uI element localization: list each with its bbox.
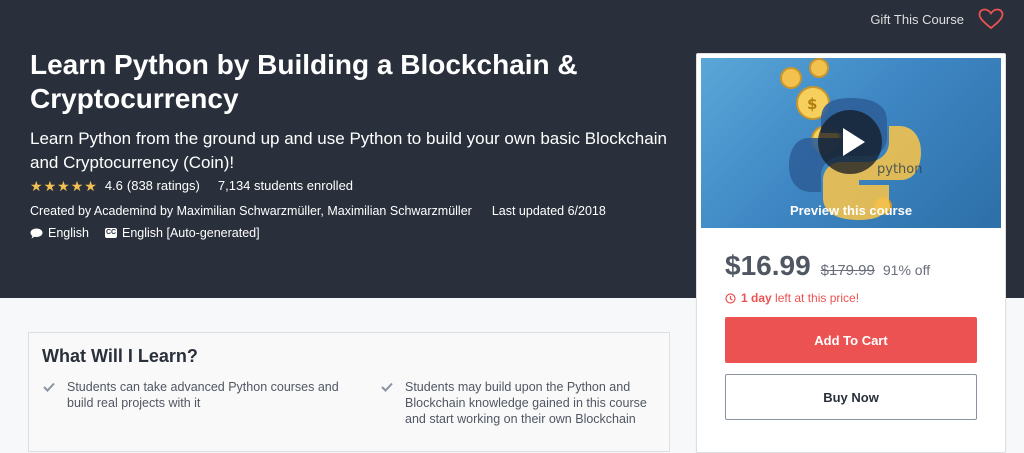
- star-rating: ★ ★ ★ ★ ★: [30, 179, 97, 193]
- language: English: [30, 226, 89, 240]
- language-row: English CC English [Auto-generated]: [30, 226, 276, 240]
- students-enrolled: 7,134 students enrolled: [217, 178, 354, 193]
- gift-course-link[interactable]: Gift This Course: [870, 12, 964, 27]
- discount-percent: 91% off: [882, 262, 931, 278]
- original-price: $179.99: [820, 262, 875, 279]
- svg-text:python: python: [877, 162, 922, 177]
- svg-text:$: $: [807, 95, 817, 113]
- purchase-sidebar: $ python Preview this course $16.99 $179…: [696, 53, 1006, 453]
- play-icon: [843, 128, 865, 156]
- speech-bubble-icon: [30, 228, 43, 238]
- rating-count[interactable]: (838 ratings): [127, 178, 200, 193]
- add-to-cart-button[interactable]: Add To Cart: [725, 317, 977, 363]
- what-will-i-learn: What Will I Learn? Students can take adv…: [28, 332, 670, 452]
- course-preview[interactable]: $ python Preview this course: [701, 58, 1001, 228]
- check-icon: [381, 382, 393, 392]
- course-title: Learn Python by Building a Blockchain & …: [30, 49, 578, 114]
- star-icon: ★: [84, 177, 97, 194]
- rating-row: ★ ★ ★ ★ ★ 4.6 (838 ratings) 7,134 studen…: [30, 178, 353, 193]
- check-icon: [43, 382, 55, 392]
- course-subtitle: Learn Python from the ground up and use …: [30, 129, 667, 172]
- list-item: Students may build upon the Python and B…: [381, 379, 661, 427]
- learn-item-text: Students can take advanced Python course…: [67, 380, 339, 410]
- price-box: $16.99 $179.99 91% off: [725, 250, 930, 282]
- play-button[interactable]: [818, 110, 882, 174]
- list-item: Students can take advanced Python course…: [43, 379, 343, 411]
- header-actions: Gift This Course: [870, 8, 1004, 30]
- captions-label: English [Auto-generated]: [122, 226, 260, 240]
- star-icon: ★: [30, 177, 43, 194]
- preview-label: Preview this course: [789, 203, 913, 218]
- rating-value: 4.6: [104, 178, 123, 193]
- sale-timer: 1 day left at this price!: [725, 291, 859, 305]
- last-updated: Last updated 6/2018: [491, 204, 606, 218]
- star-icon: ★: [57, 177, 70, 194]
- language-label: English: [48, 226, 89, 240]
- learn-item-text: Students may build upon the Python and B…: [405, 380, 647, 426]
- clock-icon: [725, 292, 736, 304]
- current-price: $16.99: [725, 250, 811, 281]
- heart-icon[interactable]: [978, 8, 1004, 30]
- captions: CC English [Auto-generated]: [105, 226, 260, 240]
- course-meta: Created by Academind by Maximilian Schwa…: [30, 204, 606, 218]
- section-title: What Will I Learn?: [42, 346, 198, 366]
- timer-days: 1 day: [741, 291, 772, 305]
- star-icon: ★: [70, 177, 84, 194]
- closed-captions-icon: CC: [105, 228, 117, 238]
- created-by[interactable]: Created by Academind by Maximilian Schwa…: [30, 204, 472, 218]
- timer-text: left at this price!: [775, 291, 860, 305]
- star-icon: ★: [43, 177, 57, 194]
- buy-now-button[interactable]: Buy Now: [725, 374, 977, 420]
